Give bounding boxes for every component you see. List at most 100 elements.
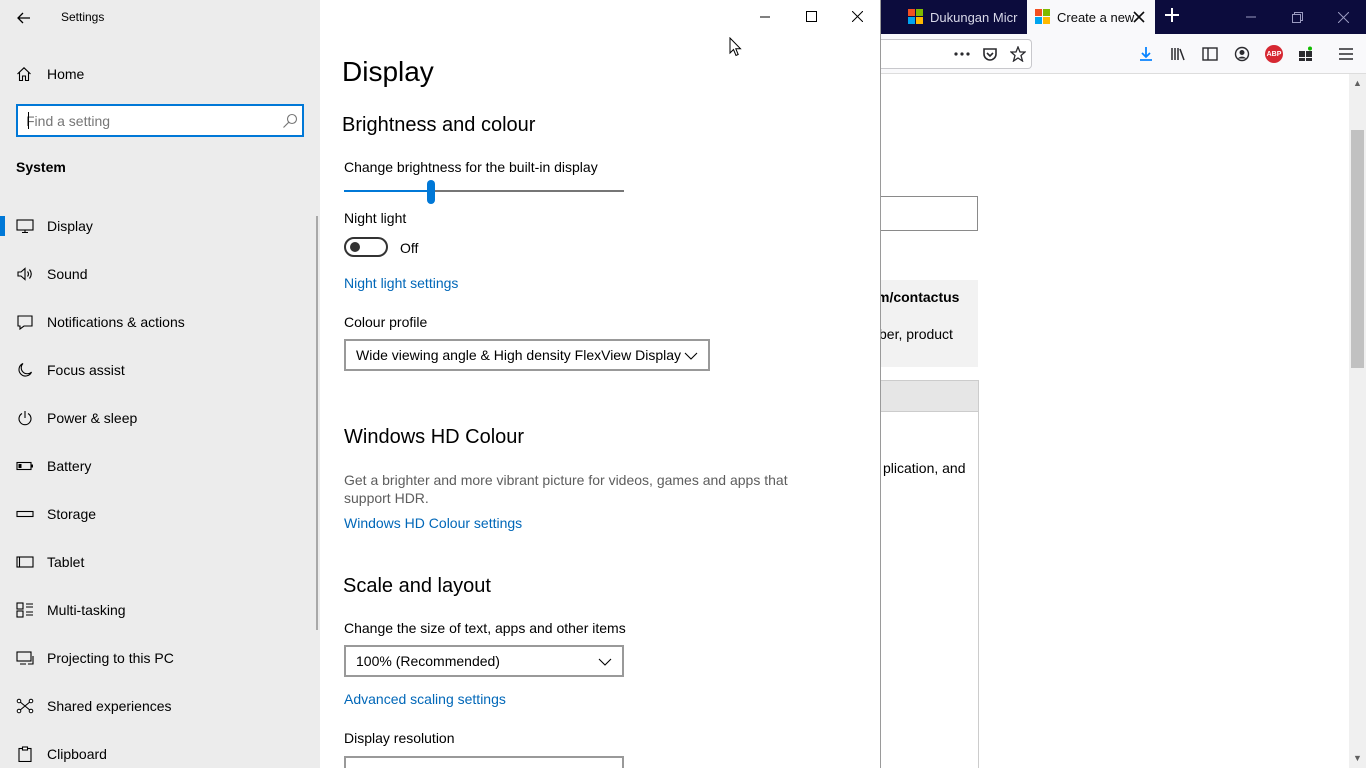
sidebar-item-home[interactable]: Home [0, 58, 320, 90]
shared-experiences-icon [16, 698, 34, 714]
sidebar-item-label: Home [47, 66, 85, 82]
library-icon[interactable] [1168, 44, 1188, 64]
menu-icon[interactable] [1336, 44, 1356, 64]
sidebar-item-label: Projecting to this PC [47, 650, 174, 666]
tab-create-new[interactable]: Create a new [1027, 0, 1155, 34]
url-bar[interactable] [880, 39, 1032, 69]
projecting-icon [16, 650, 34, 666]
scale-dropdown[interactable]: 100% (Recommended) [344, 645, 624, 677]
sidebar-item-notifications[interactable]: Notifications & actions [0, 302, 320, 350]
notification-icon [16, 314, 34, 330]
text-caret [28, 112, 29, 129]
night-light-state: Off [400, 240, 419, 256]
back-button[interactable] [8, 2, 40, 34]
night-light-settings-link[interactable]: Night light settings [344, 275, 458, 291]
hd-colour-settings-link[interactable]: Windows HD Colour settings [344, 515, 522, 531]
new-tab-button[interactable] [1160, 5, 1184, 29]
pocket-icon[interactable] [980, 44, 1000, 64]
sidebar-item-label: Storage [47, 506, 97, 522]
sidebar-item-shared-experiences[interactable]: Shared experiences [0, 686, 320, 734]
sidebar-item-focus-assist[interactable]: Focus assist [0, 350, 320, 398]
sidebar-nav-list: Display Sound Notifications & actions Fo… [0, 206, 320, 768]
scale-size-label: Change the size of text, apps and other … [344, 620, 626, 636]
dropdown-value: Wide viewing angle & High density FlexVi… [356, 347, 682, 363]
sidebar-item-projecting[interactable]: Projecting to this PC [0, 638, 320, 686]
battery-icon [16, 458, 34, 474]
sidebar-item-label: Power & sleep [47, 410, 138, 426]
plus-icon [1165, 8, 1179, 22]
sidebar-item-tablet[interactable]: Tablet [0, 542, 320, 590]
sidebar-item-display[interactable]: Display [0, 206, 320, 254]
firefox-close-button[interactable] [1320, 0, 1366, 34]
microsoft-logo-icon [1035, 9, 1051, 25]
sidebar-item-label: Display [47, 218, 93, 234]
close-icon [1337, 11, 1349, 23]
advanced-scaling-link[interactable]: Advanced scaling settings [344, 691, 506, 707]
maximize-icon [805, 11, 817, 22]
account-icon[interactable] [1232, 44, 1252, 64]
tablet-icon [16, 554, 34, 570]
page-text-fragment: ber, product [879, 326, 953, 342]
firefox-restore-button[interactable] [1274, 0, 1320, 34]
adblock-plus-icon[interactable]: ABP [1265, 45, 1283, 63]
settings-window: Settings Home System Display Sound Notif… [0, 0, 881, 768]
scroll-down-icon[interactable]: ▼ [1352, 753, 1363, 764]
scale-layout-heading: Scale and layout [343, 575, 491, 597]
restore-icon [1291, 11, 1303, 23]
page-title: Display [342, 56, 434, 87]
toggle-knob [350, 242, 360, 252]
sidebar-item-power-sleep[interactable]: Power & sleep [0, 398, 320, 446]
close-button[interactable] [834, 0, 880, 33]
colour-profile-label: Colour profile [344, 314, 428, 330]
scrollbar-thumb[interactable] [1351, 130, 1364, 368]
minimize-button[interactable] [742, 0, 788, 33]
page-actions-icon[interactable] [952, 44, 972, 64]
downloads-icon[interactable] [1136, 44, 1156, 64]
page-scrollbar[interactable]: ▲ ▼ [1349, 74, 1366, 768]
bookmark-star-icon[interactable] [1008, 44, 1028, 64]
sidebar-item-battery[interactable]: Battery [0, 446, 320, 494]
sidebar-item-label: Focus assist [47, 362, 125, 378]
page-input-fragment[interactable] [880, 196, 978, 231]
sidebar-item-storage[interactable]: Storage [0, 494, 320, 542]
firefox-minimize-button[interactable] [1228, 0, 1274, 34]
brightness-slider[interactable] [344, 180, 624, 204]
microsoft-logo-icon [908, 9, 924, 25]
search-icon[interactable] [282, 113, 298, 129]
scroll-up-icon[interactable]: ▲ [1352, 78, 1363, 89]
speaker-icon [16, 266, 34, 282]
moon-icon [16, 362, 34, 378]
sidebar-item-label: Notifications & actions [47, 314, 185, 330]
chevron-down-icon [684, 352, 698, 360]
brightness-label: Change brightness for the built-in displ… [344, 159, 598, 175]
page-url-fragment: m/contactus [877, 289, 960, 305]
hd-colour-description: Get a brighter and more vibrant picture … [344, 472, 788, 506]
page-header-bar [880, 380, 979, 412]
resolution-dropdown[interactable] [344, 756, 624, 768]
close-tab-icon[interactable] [1131, 9, 1147, 25]
search-input[interactable] [26, 111, 266, 131]
sidebar-item-label: Battery [47, 458, 92, 474]
sidebar-item-label: Multi-tasking [47, 602, 126, 618]
brightness-heading: Brightness and colour [342, 114, 536, 136]
tab-dukungan[interactable]: Dukungan Micr [900, 0, 1026, 34]
colour-profile-dropdown[interactable]: Wide viewing angle & High density FlexVi… [344, 339, 710, 371]
sidebar-item-multitasking[interactable]: Multi-tasking [0, 590, 320, 638]
tab-overflow-fragment[interactable] [880, 0, 900, 34]
search-box[interactable] [16, 104, 304, 137]
hd-colour-heading: Windows HD Colour [344, 426, 525, 448]
maximize-button[interactable] [788, 0, 834, 33]
monitor-icon [16, 218, 34, 234]
extensions-icon[interactable] [1296, 44, 1316, 64]
sidebar-item-label: Sound [47, 266, 88, 282]
sidebar-icon[interactable] [1200, 44, 1220, 64]
sidebar-item-sound[interactable]: Sound [0, 254, 320, 302]
sidebar-scrollbar[interactable] [316, 216, 318, 630]
minimize-icon [1246, 16, 1256, 18]
settings-sidebar: Settings Home System Display Sound Notif… [0, 0, 320, 768]
sidebar-item-clipboard[interactable]: Clipboard [0, 734, 320, 768]
tab-title: Dukungan Micr [930, 9, 1018, 25]
slider-thumb[interactable] [426, 180, 435, 204]
night-light-toggle[interactable] [344, 237, 388, 257]
display-resolution-label: Display resolution [344, 730, 455, 746]
